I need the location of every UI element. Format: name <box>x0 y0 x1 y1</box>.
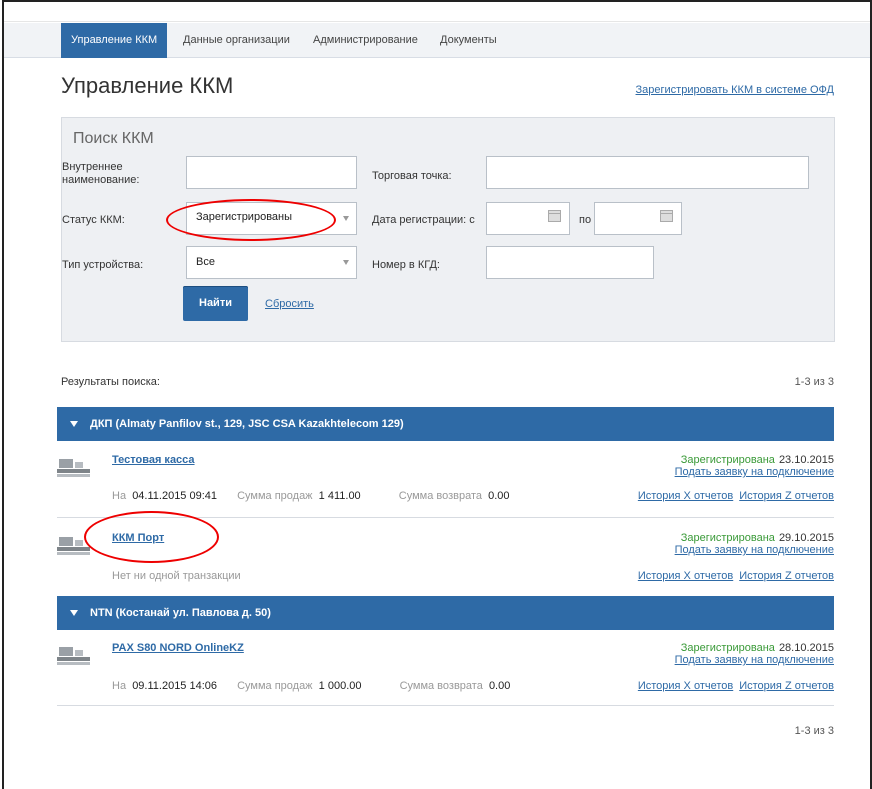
history-x-link[interactable]: История X отчетов <box>638 680 733 692</box>
device-type-select[interactable]: Все <box>186 246 357 279</box>
transaction-summary: На 04.11.2015 09:41 Сумма продаж 1 411.0… <box>112 490 510 502</box>
results-label: Результаты поиска: <box>61 376 160 388</box>
browser-topbar <box>4 2 870 22</box>
list-item: PAX S80 NORD OnlineKZ Зарегистрирована 28… <box>57 642 834 706</box>
search-title: Поиск ККМ <box>73 130 154 147</box>
find-button[interactable]: Найти <box>183 286 248 321</box>
transaction-summary: На 09.11.2015 14:06 Сумма продаж 1 000.0… <box>112 680 511 692</box>
internal-name-input[interactable] <box>186 156 357 189</box>
chevron-down-icon <box>343 216 349 221</box>
device-type-label: Тип устройства: <box>62 259 144 271</box>
reset-link[interactable]: Сбросить <box>265 298 314 310</box>
reg-date-label: Дата регистрации: с <box>372 214 475 226</box>
main-nav: Управление ККМ Данные организации Админи… <box>4 23 870 58</box>
group-title: ДКП (Almaty Panfilov st., 129, JSC CSA K… <box>90 418 404 430</box>
internal-name-label: Внутреннее наименование: <box>62 161 140 186</box>
pager-bottom: 1-3 из 3 <box>794 725 834 737</box>
tab-kkm-management[interactable]: Управление ККМ <box>61 23 168 58</box>
history-x-link[interactable]: История X отчетов <box>638 570 733 582</box>
collapse-triangle-icon[interactable] <box>70 610 78 617</box>
history-z-link[interactable]: История Z отчетов <box>739 570 834 582</box>
tab-administration[interactable]: Администрирование <box>313 23 418 58</box>
reg-date-from-input[interactable] <box>486 202 570 235</box>
annotation-ellipse-status <box>166 199 336 241</box>
chevron-down-icon <box>343 260 349 265</box>
tab-organization-data[interactable]: Данные организации <box>183 23 290 58</box>
page-title: Управление ККМ <box>61 73 234 98</box>
calendar-icon[interactable] <box>548 210 561 222</box>
history-z-link[interactable]: История Z отчетов <box>739 680 834 692</box>
device-type-select-value: Все <box>196 256 215 268</box>
no-transactions-text: Нет ни одной транзакции <box>112 570 241 582</box>
connect-request-link[interactable]: Подать заявку на подключение <box>675 544 834 556</box>
history-links: История X отчетов История Z отчетов <box>638 490 834 502</box>
status-badge: Зарегистрирована 29.10.2015 <box>680 532 834 544</box>
trade-point-label: Торговая точка: <box>372 170 452 182</box>
calendar-icon[interactable] <box>660 210 673 222</box>
reg-date-to-label: по <box>579 214 592 226</box>
status-label: Статус ККМ: <box>62 214 125 226</box>
collapse-triangle-icon[interactable] <box>70 421 78 428</box>
history-x-link[interactable]: История X отчетов <box>638 490 733 502</box>
register-kkm-link[interactable]: Зарегистрировать ККМ в системе ОФД <box>636 84 834 96</box>
trade-point-input[interactable] <box>486 156 809 189</box>
group-header-ntn[interactable]: NTN (Костанай ул. Павлова д. 50) <box>57 596 834 630</box>
history-z-link[interactable]: История Z отчетов <box>739 490 834 502</box>
reg-date-to-input[interactable] <box>594 202 682 235</box>
cash-register-icon <box>57 647 90 665</box>
tab-documents[interactable]: Документы <box>440 23 497 58</box>
group-title: NTN (Костанай ул. Павлова д. 50) <box>90 607 271 619</box>
pager-top: 1-3 из 3 <box>794 376 834 388</box>
kkm-name-link[interactable]: PAX S80 NORD OnlineKZ <box>112 642 244 654</box>
status-badge: Зарегистрирована 23.10.2015 <box>680 454 834 466</box>
status-badge: Зарегистрирована 28.10.2015 <box>680 642 834 654</box>
annotation-ellipse-kkm-port <box>84 511 219 563</box>
cash-register-icon <box>57 459 90 477</box>
connect-request-link[interactable]: Подать заявку на подключение <box>675 466 834 478</box>
group-header-dkp[interactable]: ДКП (Almaty Panfilov st., 129, JSC CSA K… <box>57 407 834 441</box>
connect-request-link[interactable]: Подать заявку на подключение <box>675 654 834 666</box>
kgd-number-label: Номер в КГД: <box>372 259 440 271</box>
kkm-name-link[interactable]: Тестовая касса <box>112 454 195 466</box>
kgd-number-input[interactable] <box>486 246 654 279</box>
history-links: История X отчетов История Z отчетов <box>638 570 834 582</box>
list-item: Тестовая касса Зарегистрирована 23.10.201… <box>57 454 834 518</box>
history-links: История X отчетов История Z отчетов <box>638 680 834 692</box>
